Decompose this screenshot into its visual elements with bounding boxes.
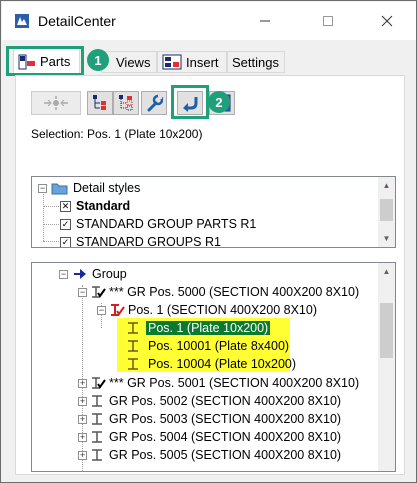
minimize-button[interactable] xyxy=(242,2,288,40)
expand-icon[interactable]: + xyxy=(78,378,87,388)
scroll-up-icon[interactable]: ▲ xyxy=(378,263,395,280)
list-item-label: STANDARD GROUPS R1 xyxy=(76,235,221,248)
arrow-right-icon xyxy=(74,269,86,279)
callout-parts-tab xyxy=(6,46,84,76)
tree-node-pos1-section[interactable]: − Pos. 1 (SECTION 400X200 8X10) xyxy=(97,301,317,319)
tree-node-group[interactable]: − Group xyxy=(59,265,127,283)
maximize-button[interactable] xyxy=(305,2,351,40)
tree-node-detail-styles[interactable]: − Detail styles xyxy=(38,179,140,197)
move-button[interactable] xyxy=(31,91,81,115)
tree-filter-button[interactable] xyxy=(113,91,139,115)
section-red-icon xyxy=(111,304,125,316)
title-bar: DetailCenter xyxy=(2,2,416,40)
tab-views[interactable]: Views xyxy=(101,51,157,73)
tree-node-plate[interactable]: Pos. 10004 (Plate 10x200) xyxy=(126,355,298,373)
tree-node-plate[interactable]: Pos. 1 (Plate 10x200) xyxy=(126,319,271,337)
tree-node-label: Group xyxy=(92,267,127,281)
maximize-icon xyxy=(323,16,333,26)
group-icon xyxy=(92,395,102,407)
collapse-icon[interactable]: − xyxy=(78,287,87,297)
group-icon xyxy=(92,431,102,443)
folder-icon xyxy=(51,183,68,195)
callout-badge-1: 1 xyxy=(87,49,109,71)
minimize-icon xyxy=(260,20,270,22)
tree-node-label: GR Pos. 5005 (SECTION 400X200 8X10) xyxy=(109,448,342,462)
list-item[interactable]: ✓ STANDARD GROUPS R1 xyxy=(60,233,221,248)
detailcenter-window: DetailCenter Parts Views Insert Settings… xyxy=(0,0,417,483)
list-item-label: STANDARD GROUP PARTS R1 xyxy=(76,217,257,231)
tree-node-label: Pos. 1 (SECTION 400X200 8X10) xyxy=(128,303,317,317)
tree-node-label: GR Pos. 5004 (SECTION 400X200 8X10) xyxy=(109,430,342,444)
callout-badge-2: 2 xyxy=(208,91,230,113)
move-icon xyxy=(44,96,68,110)
tree-view-button[interactable] xyxy=(87,91,113,115)
group-icon xyxy=(92,413,102,425)
tree-node-group-5002[interactable]: + GR Pos. 5002 (SECTION 400X200 8X10) xyxy=(78,392,341,410)
scroll-down-icon[interactable]: ▼ xyxy=(378,230,395,247)
tree-node-label: GR Pos. 5002 (SECTION 400X200 8X10) xyxy=(109,394,342,408)
window-title: DetailCenter xyxy=(38,13,116,29)
vertical-scrollbar[interactable]: ▲ xyxy=(378,263,395,471)
plate-icon xyxy=(128,322,138,334)
tree-node-group-5000[interactable]: − *** GR Pos. 5000 (SECTION 400X200 8X10… xyxy=(78,283,359,301)
scroll-up-icon[interactable]: ▲ xyxy=(378,177,395,194)
plate-icon xyxy=(128,340,138,352)
tree-node-label: Pos. 10004 (Plate 10x200) xyxy=(148,357,297,371)
tab-insert[interactable]: Insert xyxy=(157,51,227,73)
group-check-icon xyxy=(92,286,106,298)
tab-label: Settings xyxy=(232,54,279,70)
tree-node-label: Pos. 1 (Plate 10x200) xyxy=(146,321,271,335)
tree-node-label: *** GR Pos. 5000 (SECTION 400X200 8X10) xyxy=(109,285,360,299)
tree-icon xyxy=(93,95,106,110)
tree-node-label: Detail styles xyxy=(73,181,141,195)
tab-settings[interactable]: Settings xyxy=(227,51,285,73)
selection-label: Selection: Pos. 1 (Plate 10x200) xyxy=(31,127,203,141)
list-item-label: Standard xyxy=(76,199,131,213)
wrench-icon xyxy=(147,94,163,112)
tree-node-label: Pos. 10001 (Plate 8x400) xyxy=(148,339,290,353)
scroll-thumb[interactable] xyxy=(380,303,393,358)
tree-node-group-5004[interactable]: + GR Pos. 5004 (SECTION 400X200 8X10) xyxy=(78,428,341,446)
check-style-icon: ✓ xyxy=(60,218,71,230)
app-icon xyxy=(15,14,29,28)
tree-node-label: *** GR Pos. 5001 (SECTION 400X200 8X10) xyxy=(109,376,360,390)
check-style-icon: ✓ xyxy=(60,236,71,247)
close-icon xyxy=(381,15,393,27)
close-button[interactable] xyxy=(364,2,410,40)
tree-filter-icon xyxy=(119,95,133,111)
collapse-icon[interactable]: − xyxy=(59,269,68,279)
group-icon xyxy=(92,449,102,461)
detail-styles-list[interactable]: − Detail styles ✕ Standard ✓ STANDARD GR… xyxy=(31,176,396,248)
list-item[interactable]: ✕ Standard xyxy=(60,197,130,215)
plate-icon xyxy=(128,358,138,370)
expand-icon[interactable]: + xyxy=(78,450,87,460)
insert-tab-icon xyxy=(162,54,182,70)
vertical-scrollbar[interactable]: ▲ ▼ xyxy=(378,177,395,247)
tree-node-plate[interactable]: Pos. 10001 (Plate 8x400) xyxy=(126,337,291,355)
tree-node-group-5001[interactable]: + *** GR Pos. 5001 (SECTION 400X200 8X10… xyxy=(78,374,359,392)
expand-icon[interactable]: + xyxy=(78,414,87,424)
group-check-icon xyxy=(92,377,106,389)
expand-icon[interactable]: + xyxy=(78,432,87,442)
tab-label: Views xyxy=(116,54,151,70)
collapse-icon[interactable]: − xyxy=(97,305,106,315)
scroll-thumb[interactable] xyxy=(380,199,393,221)
tree-node-label: GR Pos. 5003 (SECTION 400X200 8X10) xyxy=(109,412,342,426)
checkbox-icon: ✕ xyxy=(60,200,71,212)
tab-label: Insert xyxy=(186,54,219,70)
expand-icon[interactable]: + xyxy=(78,396,87,406)
tree-node-group-5005[interactable]: + GR Pos. 5005 (SECTION 400X200 8X10) xyxy=(78,446,341,464)
list-item[interactable]: ✓ STANDARD GROUP PARTS R1 xyxy=(60,215,256,233)
tree-node-group-5003[interactable]: + GR Pos. 5003 (SECTION 400X200 8X10) xyxy=(78,410,341,428)
tools-button[interactable] xyxy=(141,91,167,115)
collapse-icon[interactable]: − xyxy=(38,183,47,193)
group-tree[interactable]: − Group − *** GR Pos. 5000 (SECTION 400X… xyxy=(31,262,396,472)
callout-update-button xyxy=(171,85,209,119)
